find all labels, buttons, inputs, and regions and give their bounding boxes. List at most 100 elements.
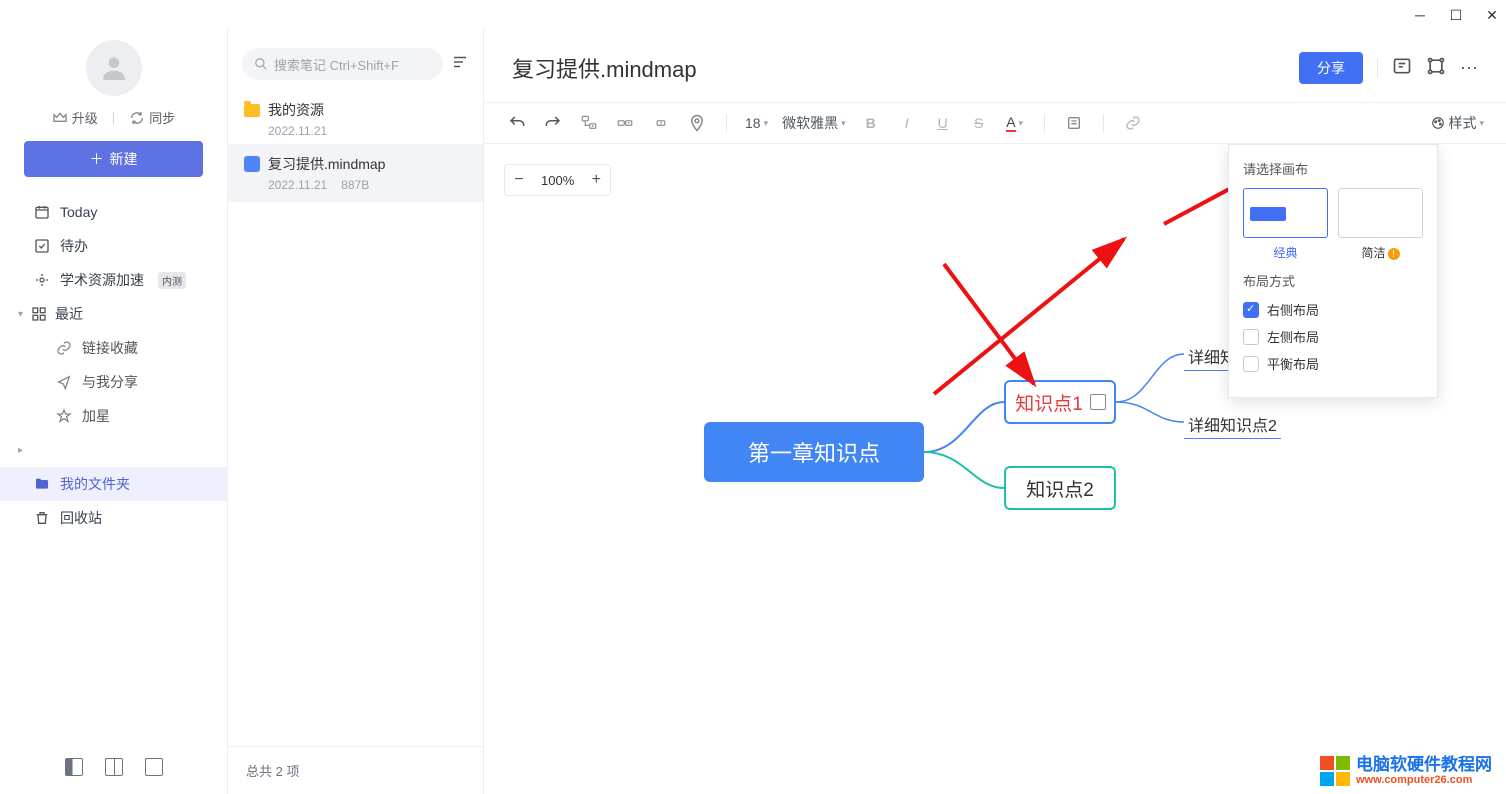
location-icon[interactable] bbox=[686, 111, 708, 135]
new-button-label: 新建 bbox=[110, 149, 138, 169]
folder-name: 我的资源 bbox=[268, 100, 324, 120]
layout-left-icon[interactable] bbox=[65, 758, 83, 776]
sidebar-item-academic[interactable]: 学术资源加速 内测 bbox=[0, 263, 227, 297]
share-icon bbox=[56, 374, 72, 390]
layout-option-balance[interactable]: 平衡布局 bbox=[1243, 354, 1423, 373]
layout-checkbox[interactable] bbox=[1243, 329, 1259, 345]
check-square-icon bbox=[34, 238, 50, 254]
sync-link[interactable]: 同步 bbox=[129, 108, 175, 127]
folder-date: 2022.11.21 bbox=[244, 124, 467, 138]
undo-icon[interactable] bbox=[506, 111, 528, 135]
sidebar-group-recent[interactable]: ▾ 最近 bbox=[0, 297, 227, 331]
sort-icon[interactable] bbox=[451, 53, 469, 76]
window-maximize-icon[interactable]: ☐ bbox=[1450, 9, 1462, 21]
attach-icon[interactable] bbox=[1122, 111, 1144, 135]
mindmap-root-node[interactable]: 第一章知识点 bbox=[704, 422, 924, 482]
folder-icon bbox=[244, 104, 260, 117]
add-child-icon[interactable] bbox=[578, 111, 600, 135]
new-button[interactable]: ＋ 新建 bbox=[24, 141, 203, 177]
redo-icon[interactable] bbox=[542, 111, 564, 135]
file-name: 复习提供.mindmap bbox=[268, 154, 385, 174]
add-sibling-icon[interactable] bbox=[614, 111, 636, 135]
folder-row[interactable]: 我的资源 2022.11.21 bbox=[228, 90, 483, 144]
sidebar-item-todo[interactable]: 待办 bbox=[0, 229, 227, 263]
search-icon bbox=[254, 57, 268, 71]
font-color-icon[interactable]: A bbox=[1004, 111, 1026, 135]
watermark-title: 电脑软硬件教程网 bbox=[1356, 756, 1492, 773]
watermark-url: www.computer26.com bbox=[1356, 775, 1492, 786]
strike-icon[interactable]: S bbox=[968, 111, 990, 135]
graph-icon[interactable] bbox=[1426, 56, 1446, 81]
theme-label: 经典 bbox=[1243, 244, 1328, 261]
style-dropdown[interactable]: 样式▾ bbox=[1431, 113, 1484, 133]
editor-main: 复习提供.mindmap 分享 ⋯ 18▾ 微软雅黑▾ B I U S A bbox=[484, 30, 1506, 794]
sidebar-item-label: 待办 bbox=[60, 236, 88, 256]
sidebar-item-label: 加星 bbox=[82, 406, 110, 426]
window-close-icon[interactable]: ✕ bbox=[1486, 9, 1498, 21]
file-row[interactable]: 复习提供.mindmap 2022.11.21887B bbox=[228, 144, 483, 202]
sidebar-item-today[interactable]: Today bbox=[0, 195, 227, 229]
document-title[interactable]: 复习提供.mindmap bbox=[512, 52, 1285, 84]
layout-option-right[interactable]: 右侧布局 bbox=[1243, 300, 1423, 319]
window-minimize-icon[interactable]: ─ bbox=[1414, 9, 1426, 21]
plus-icon: ＋ bbox=[90, 149, 104, 169]
italic-icon[interactable]: I bbox=[896, 111, 918, 135]
folder-icon bbox=[34, 476, 50, 492]
layout-option-left[interactable]: 左侧布局 bbox=[1243, 327, 1423, 346]
layout-checkbox[interactable] bbox=[1243, 356, 1259, 372]
sidebar-group-myfolder-header[interactable]: ▸ bbox=[0, 433, 227, 467]
annotation-arrow bbox=[934, 254, 1044, 394]
font-size-select[interactable]: 18▾ bbox=[745, 115, 768, 131]
note-indicator-icon[interactable] bbox=[1090, 394, 1106, 410]
search-input[interactable]: 搜索笔记 Ctrl+Shift+F bbox=[242, 48, 443, 80]
grid-icon bbox=[31, 306, 47, 322]
add-parent-icon[interactable] bbox=[650, 111, 672, 135]
mindmap-canvas[interactable]: − 100% + 第一章知识点 知识点1 知识点2 详细知识点1 详细知识点2 bbox=[484, 144, 1506, 794]
search-placeholder: 搜索笔记 Ctrl+Shift+F bbox=[274, 55, 399, 74]
more-icon[interactable]: ⋯ bbox=[1460, 58, 1478, 79]
sidebar-item-label: 与我分享 bbox=[82, 372, 138, 392]
toolbar: 18▾ 微软雅黑▾ B I U S A 样式▾ bbox=[484, 102, 1506, 144]
sidebar-item-myfolder[interactable]: 我的文件夹 bbox=[0, 467, 227, 501]
mindmap-leaf-2[interactable]: 详细知识点2 bbox=[1184, 410, 1281, 439]
sidebar-item-trash[interactable]: 回收站 bbox=[0, 501, 227, 535]
theme-option-classic[interactable]: 经典 bbox=[1243, 188, 1328, 261]
note-icon[interactable] bbox=[1063, 111, 1085, 135]
outline-icon[interactable] bbox=[1392, 56, 1412, 81]
layout-full-icon[interactable] bbox=[145, 758, 163, 776]
sidebar-item-linked[interactable]: 链接收藏 bbox=[0, 331, 227, 365]
sidebar-item-label: 学术资源加速 bbox=[60, 270, 144, 290]
font-family-select[interactable]: 微软雅黑▾ bbox=[782, 113, 846, 133]
mindmap-node-child2[interactable]: 知识点2 bbox=[1004, 466, 1116, 510]
underline-icon[interactable]: U bbox=[932, 111, 954, 135]
avatar[interactable] bbox=[86, 40, 142, 96]
theme-option-simple[interactable]: 简洁! bbox=[1338, 188, 1423, 261]
zoom-out-button[interactable]: − bbox=[505, 165, 533, 195]
zoom-control: − 100% + bbox=[504, 164, 611, 196]
watermark-logo-icon bbox=[1320, 756, 1350, 786]
chevron-down-icon: ▾ bbox=[18, 309, 23, 320]
zoom-in-button[interactable]: + bbox=[582, 165, 610, 195]
sidebar-item-starred[interactable]: 加星 bbox=[0, 399, 227, 433]
file-date: 2022.11.21 bbox=[268, 178, 327, 192]
mindmap-node-child1[interactable]: 知识点1 bbox=[1004, 380, 1116, 424]
sidebar-item-label: 回收站 bbox=[60, 508, 102, 528]
layout-checkbox[interactable] bbox=[1243, 302, 1259, 318]
crown-icon bbox=[52, 110, 68, 126]
sidebar-group-label: 最近 bbox=[55, 304, 83, 324]
sidebar-view-toggles bbox=[0, 740, 227, 794]
watermark: 电脑软硬件教程网 www.computer26.com bbox=[1320, 756, 1492, 786]
mindmap-file-icon bbox=[244, 156, 260, 172]
share-button[interactable]: 分享 bbox=[1299, 52, 1363, 84]
sidebar-item-label: 链接收藏 bbox=[82, 338, 138, 358]
sidebar-item-shared[interactable]: 与我分享 bbox=[0, 365, 227, 399]
upgrade-link[interactable]: 升级 bbox=[52, 108, 98, 127]
beta-badge: 内测 bbox=[158, 272, 186, 289]
layout-split-icon[interactable] bbox=[105, 758, 123, 776]
bold-icon[interactable]: B bbox=[860, 111, 882, 135]
refresh-icon bbox=[129, 110, 145, 126]
calendar-icon bbox=[34, 204, 50, 220]
style-popup: 请选择画布 经典 简洁! 布局方式 右侧布局 左侧布局 平衡布局 bbox=[1228, 144, 1438, 398]
rocket-icon bbox=[34, 272, 50, 288]
window-titlebar: ─ ☐ ✕ bbox=[0, 0, 1506, 30]
